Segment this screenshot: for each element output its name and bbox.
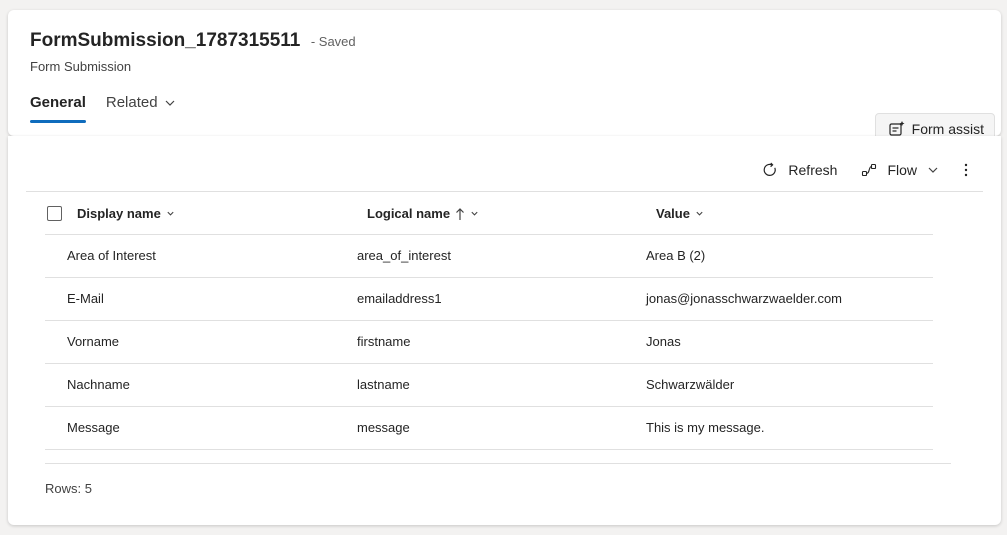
tab-general[interactable]: General — [30, 94, 86, 123]
chevron-down-icon — [695, 209, 704, 218]
chevron-down-icon — [470, 209, 479, 218]
tab-general-label: General — [30, 94, 86, 111]
display-name-cell: E-Mail — [67, 291, 104, 306]
column-header-label: Value — [656, 206, 690, 221]
subgrid-card: Refresh Flow Display name Logical name V… — [8, 136, 1001, 525]
select-all-checkbox[interactable] — [47, 206, 62, 221]
value-cell: Area B (2) — [646, 248, 706, 263]
logical-name-cell: message — [357, 420, 410, 435]
column-header-logical-name[interactable]: Logical name — [367, 206, 479, 221]
value-cell: This is my message. — [646, 420, 765, 435]
table-row[interactable]: Vorname firstname Jonas — [45, 321, 933, 364]
value-cell: Schwarzwälder — [646, 377, 735, 392]
sort-ascending-icon — [455, 207, 465, 221]
save-status: - Saved — [310, 34, 356, 49]
record-name: FormSubmission_1787315511 — [30, 30, 301, 51]
entity-type-label: Form Submission — [30, 59, 132, 74]
command-bar: Refresh Flow — [762, 162, 969, 178]
rows-count-label: Rows: 5 — [45, 481, 92, 496]
display-name-cell: Area of Interest — [67, 248, 156, 263]
column-header-label: Logical name — [367, 206, 451, 221]
logical-name-cell: area_of_interest — [357, 248, 451, 263]
display-name-cell: Message — [67, 420, 120, 435]
table-row[interactable]: Nachname lastname Schwarzwälder — [45, 364, 933, 407]
chevron-down-icon — [166, 209, 175, 218]
display-name-cell: Vorname — [67, 334, 120, 349]
refresh-button[interactable]: Refresh — [762, 162, 837, 178]
column-header-label: Display name — [77, 206, 161, 221]
column-header-display-name[interactable]: Display name — [77, 206, 175, 221]
value-cell: jonas@jonasschwarzwaelder.com — [646, 291, 843, 306]
table-row[interactable]: Message message This is my message. — [45, 407, 933, 450]
record-header: FormSubmission_1787315511 - Saved Form S… — [8, 10, 1001, 145]
flow-label: Flow — [887, 162, 917, 178]
more-vertical-icon — [963, 162, 969, 178]
table-row[interactable]: E-Mail emailaddress1 jonas@jonasschwarzw… — [45, 278, 933, 321]
tab-related[interactable]: Related — [106, 94, 176, 123]
chevron-down-icon — [927, 164, 939, 176]
refresh-icon — [762, 162, 778, 178]
form-assist-label: Form assist — [911, 121, 984, 137]
record-title: FormSubmission_1787315511 - Saved — [30, 30, 356, 52]
command-bar-divider — [26, 191, 983, 192]
tab-list: General Related — [30, 94, 176, 123]
logical-name-cell: firstname — [357, 334, 411, 349]
column-header-value[interactable]: Value — [656, 206, 704, 221]
table-row[interactable]: Area of Interest area_of_interest Area B… — [45, 235, 933, 278]
display-name-cell: Nachname — [67, 377, 130, 392]
grid-header-row: Display name Logical name Value — [45, 194, 933, 235]
data-grid: Display name Logical name Value Area of … — [45, 194, 933, 450]
flow-button[interactable]: Flow — [861, 162, 939, 178]
logical-name-cell: emailaddress1 — [357, 291, 442, 306]
chevron-down-icon — [164, 97, 176, 109]
flow-icon — [861, 162, 877, 178]
refresh-label: Refresh — [788, 162, 838, 178]
more-commands-button[interactable] — [963, 162, 969, 178]
value-cell: Jonas — [646, 334, 681, 349]
tab-related-label: Related — [105, 94, 158, 111]
grid-footer-divider — [45, 463, 951, 464]
logical-name-cell: lastname — [357, 377, 410, 392]
